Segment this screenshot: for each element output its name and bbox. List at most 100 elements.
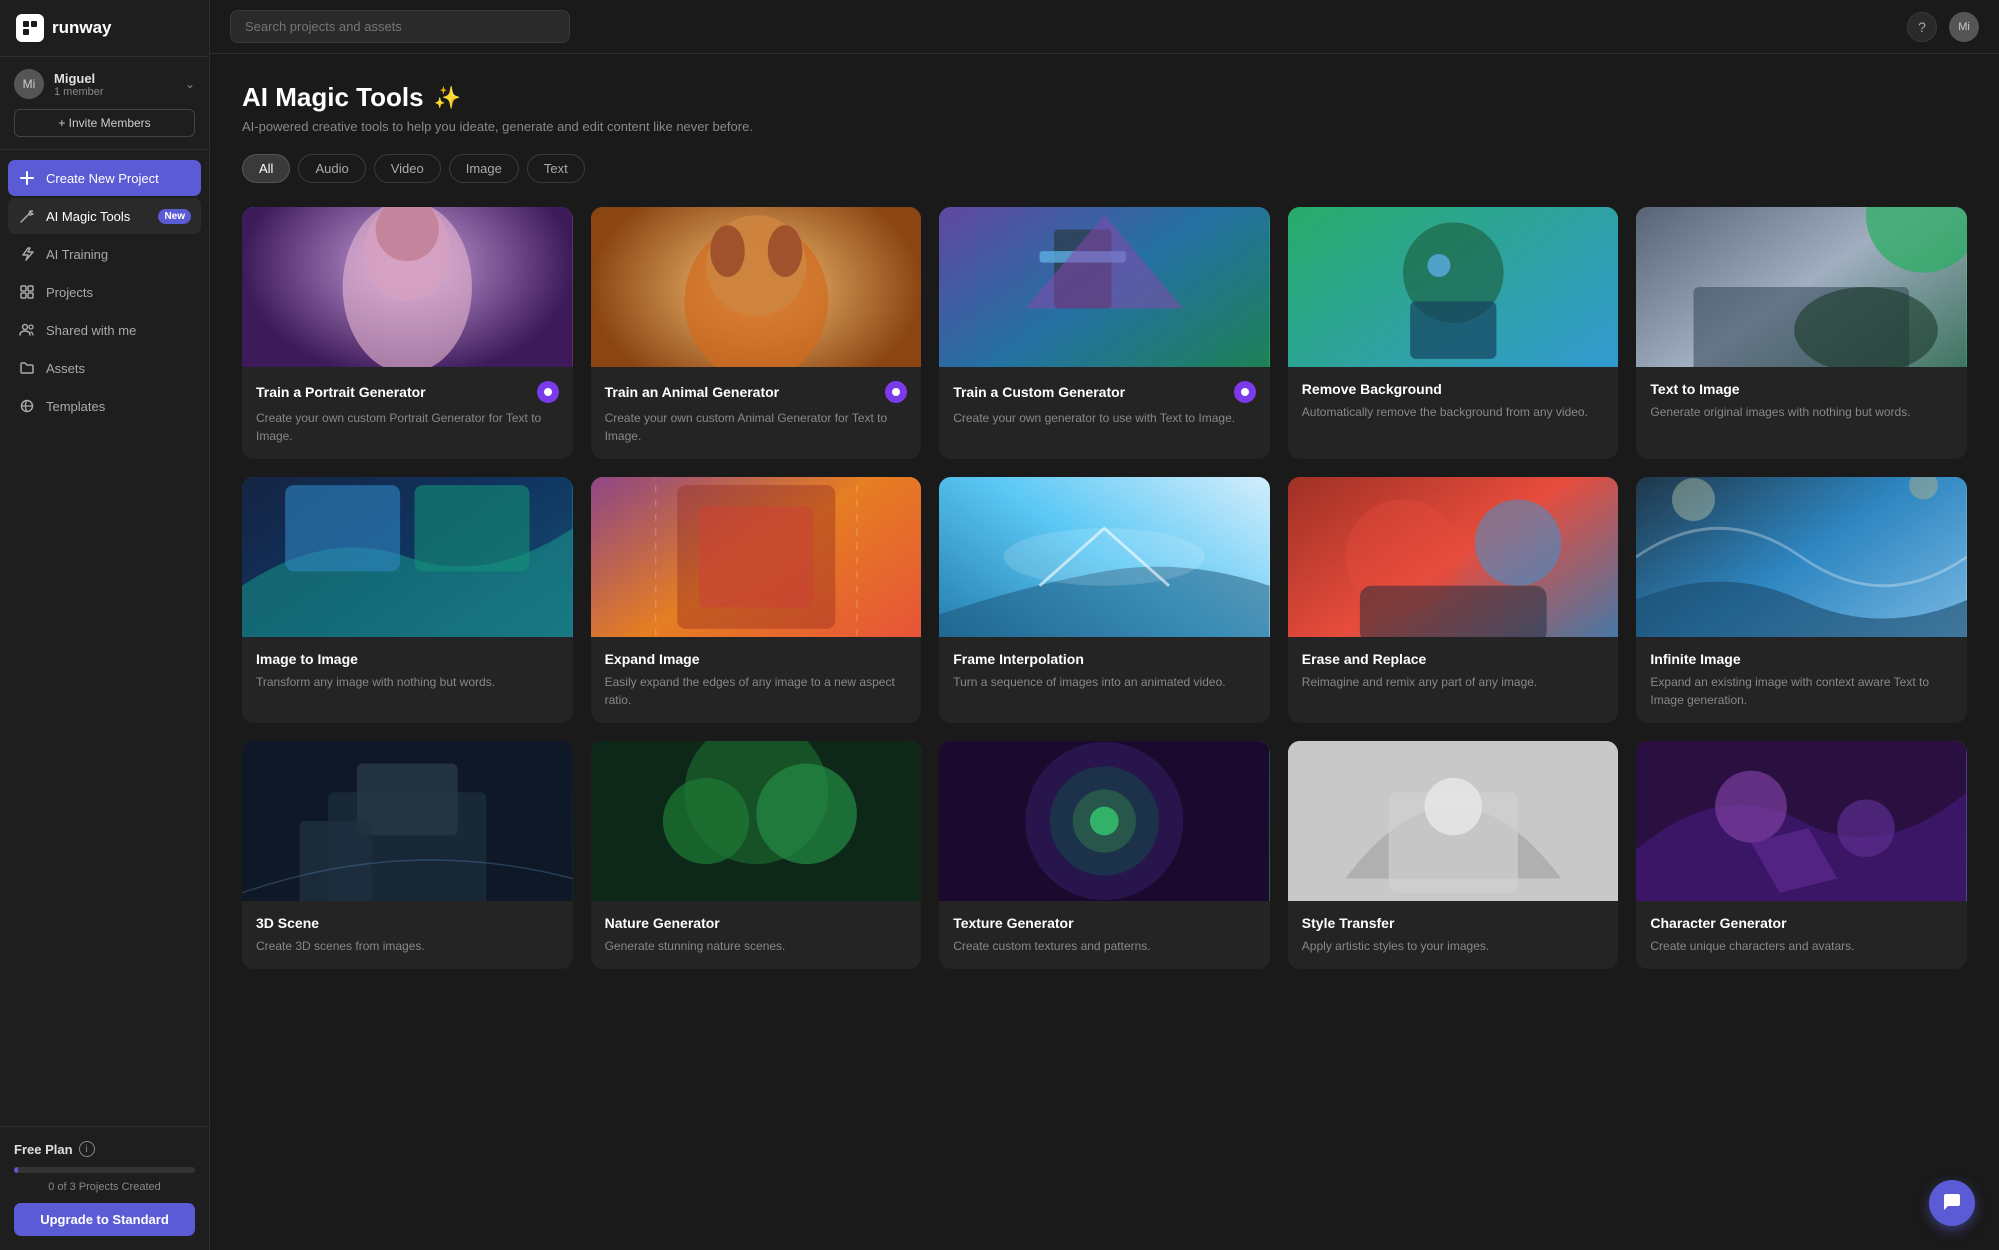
tool-title-character: Character Generator <box>1650 915 1786 931</box>
main-content: ? Mi AI Magic Tools ✨ AI-powered creativ… <box>210 0 1999 1250</box>
tool-expand-image[interactable]: Expand Image Easily expand the edges of … <box>591 477 922 723</box>
tool-train-custom-generator[interactable]: Train a Custom Generator Create your own… <box>939 207 1270 459</box>
chat-button[interactable] <box>1929 1180 1975 1226</box>
filter-text[interactable]: Text <box>527 154 585 183</box>
projects-count: 0 of 3 Projects Created <box>14 1181 195 1193</box>
tool-image-frame-interp <box>939 477 1270 637</box>
tool-title-row-text-to-image: Text to Image <box>1650 381 1953 397</box>
tool-3d-scene[interactable]: 3D Scene Create 3D scenes from images. <box>242 741 573 969</box>
tool-nature-generator[interactable]: Nature Generator Generate stunning natur… <box>591 741 922 969</box>
tool-desc-style: Apply artistic styles to your images. <box>1302 937 1605 955</box>
tool-title-custom: Train a Custom Generator <box>953 384 1125 400</box>
user-name: Miguel <box>54 71 175 86</box>
tool-title-row-erase: Erase and Replace <box>1302 651 1605 667</box>
upgrade-to-standard-button[interactable]: Upgrade to Standard <box>14 1203 195 1236</box>
filter-video[interactable]: Video <box>374 154 441 183</box>
filter-tabs: All Audio Video Image Text <box>242 154 1967 183</box>
tool-title-row-frame-interp: Frame Interpolation <box>953 651 1256 667</box>
tool-infinite-image[interactable]: Infinite Image Expand an existing image … <box>1636 477 1967 723</box>
tool-image-custom <box>939 207 1270 367</box>
tool-texture-generator[interactable]: Texture Generator Create custom textures… <box>939 741 1270 969</box>
folder-icon <box>18 359 36 377</box>
create-new-project-label: Create New Project <box>46 171 191 186</box>
page-header: AI Magic Tools ✨ AI-powered creative too… <box>242 82 1967 134</box>
create-new-project-button[interactable]: Create New Project <box>8 160 201 196</box>
sidebar-item-assets[interactable]: Assets <box>8 350 201 386</box>
tool-info-frame-interp: Frame Interpolation Turn a sequence of i… <box>939 637 1270 705</box>
tool-title-nature: Nature Generator <box>605 915 720 931</box>
tool-title-text-to-image: Text to Image <box>1650 381 1739 397</box>
tool-desc-infinite: Expand an existing image with context aw… <box>1650 673 1953 709</box>
user-section: Mi Miguel 1 member ⌄ + Invite Members <box>0 57 209 150</box>
tool-info-text-to-image: Text to Image Generate original images w… <box>1636 367 1967 435</box>
filter-audio[interactable]: Audio <box>298 154 365 183</box>
info-icon[interactable]: i <box>79 1141 95 1157</box>
page-title: AI Magic Tools <box>242 82 424 113</box>
tool-title-row-3d-scene: 3D Scene <box>256 915 559 931</box>
progress-bar-container <box>14 1167 195 1173</box>
tool-desc-frame-interp: Turn a sequence of images into an animat… <box>953 673 1256 691</box>
tool-desc-portrait: Create your own custom Portrait Generato… <box>256 409 559 445</box>
tool-train-portrait-generator[interactable]: Train a Portrait Generator Create your o… <box>242 207 573 459</box>
tool-erase-and-replace[interactable]: Erase and Replace Reimagine and remix an… <box>1288 477 1619 723</box>
invite-members-button[interactable]: + Invite Members <box>14 109 195 137</box>
sidebar: runway Mi Miguel 1 member ⌄ + Invite Mem… <box>0 0 210 1250</box>
tool-title-frame-interp: Frame Interpolation <box>953 651 1084 667</box>
logo[interactable]: runway <box>16 14 112 42</box>
tools-grid-row3: 3D Scene Create 3D scenes from images. <box>242 741 1967 969</box>
tool-title-row-custom: Train a Custom Generator <box>953 381 1256 403</box>
tool-desc-3d-scene: Create 3D scenes from images. <box>256 937 559 955</box>
tool-title-row-remove-bg: Remove Background <box>1302 381 1605 397</box>
tool-info-texture: Texture Generator Create custom textures… <box>939 901 1270 969</box>
sidebar-item-projects[interactable]: Projects <box>8 274 201 310</box>
tool-info-erase: Erase and Replace Reimagine and remix an… <box>1288 637 1619 705</box>
tool-title-img-to-img: Image to Image <box>256 651 358 667</box>
tool-frame-interpolation[interactable]: Frame Interpolation Turn a sequence of i… <box>939 477 1270 723</box>
sparkle-icon: ✨ <box>434 85 461 111</box>
help-button[interactable]: ? <box>1907 12 1937 42</box>
user-row[interactable]: Mi Miguel 1 member ⌄ <box>14 69 195 99</box>
grid-icon <box>18 283 36 301</box>
tool-title-row-img-to-img: Image to Image <box>256 651 559 667</box>
tool-image-to-image[interactable]: Image to Image Transform any image with … <box>242 477 573 723</box>
tool-image-character <box>1636 741 1967 901</box>
templates-label: Templates <box>46 399 191 414</box>
tool-character-generator[interactable]: Character Generator Create unique charac… <box>1636 741 1967 969</box>
projects-label: Projects <box>46 285 191 300</box>
user-members: 1 member <box>54 86 175 98</box>
portrait-badge <box>537 381 559 403</box>
tool-desc-animal: Create your own custom Animal Generator … <box>605 409 908 445</box>
sidebar-item-ai-magic-tools[interactable]: AI Magic Tools New <box>8 198 201 234</box>
logo-icon <box>16 14 44 42</box>
tool-title-row-nature: Nature Generator <box>605 915 908 931</box>
sidebar-item-templates[interactable]: Templates <box>8 388 201 424</box>
tool-title-animal: Train an Animal Generator <box>605 384 780 400</box>
topbar-right: ? Mi <box>1907 12 1979 42</box>
tool-info-infinite: Infinite Image Expand an existing image … <box>1636 637 1967 723</box>
tool-info-img-to-img: Image to Image Transform any image with … <box>242 637 573 705</box>
tool-info-3d-scene: 3D Scene Create 3D scenes from images. <box>242 901 573 969</box>
nav-section: Create New Project AI Magic Tools New AI… <box>0 150 209 1126</box>
tool-desc-nature: Generate stunning nature scenes. <box>605 937 908 955</box>
search-input[interactable] <box>230 10 570 43</box>
filter-image[interactable]: Image <box>449 154 519 183</box>
shared-with-me-label: Shared with me <box>46 323 191 338</box>
free-plan-row: Free Plan i <box>14 1141 195 1157</box>
custom-badge <box>1234 381 1256 403</box>
tool-desc-texture: Create custom textures and patterns. <box>953 937 1256 955</box>
tool-train-animal-generator[interactable]: Train an Animal Generator Create your ow… <box>591 207 922 459</box>
tool-style-transfer[interactable]: Style Transfer Apply artistic styles to … <box>1288 741 1619 969</box>
sidebar-item-ai-training[interactable]: AI Training <box>8 236 201 272</box>
filter-all[interactable]: All <box>242 154 290 183</box>
page-subtitle: AI-powered creative tools to help you id… <box>242 119 1967 134</box>
tool-image-nature <box>591 741 922 901</box>
user-avatar-top[interactable]: Mi <box>1949 12 1979 42</box>
plus-icon <box>18 169 36 187</box>
tool-text-to-image[interactable]: Text to Image Generate original images w… <box>1636 207 1967 459</box>
tool-title-expand: Expand Image <box>605 651 700 667</box>
tools-grid-row2: Image to Image Transform any image with … <box>242 477 1967 723</box>
tool-image-expand <box>591 477 922 637</box>
tool-title-row-animal: Train an Animal Generator <box>605 381 908 403</box>
tool-remove-background[interactable]: Remove Background Automatically remove t… <box>1288 207 1619 459</box>
sidebar-item-shared-with-me[interactable]: Shared with me <box>8 312 201 348</box>
